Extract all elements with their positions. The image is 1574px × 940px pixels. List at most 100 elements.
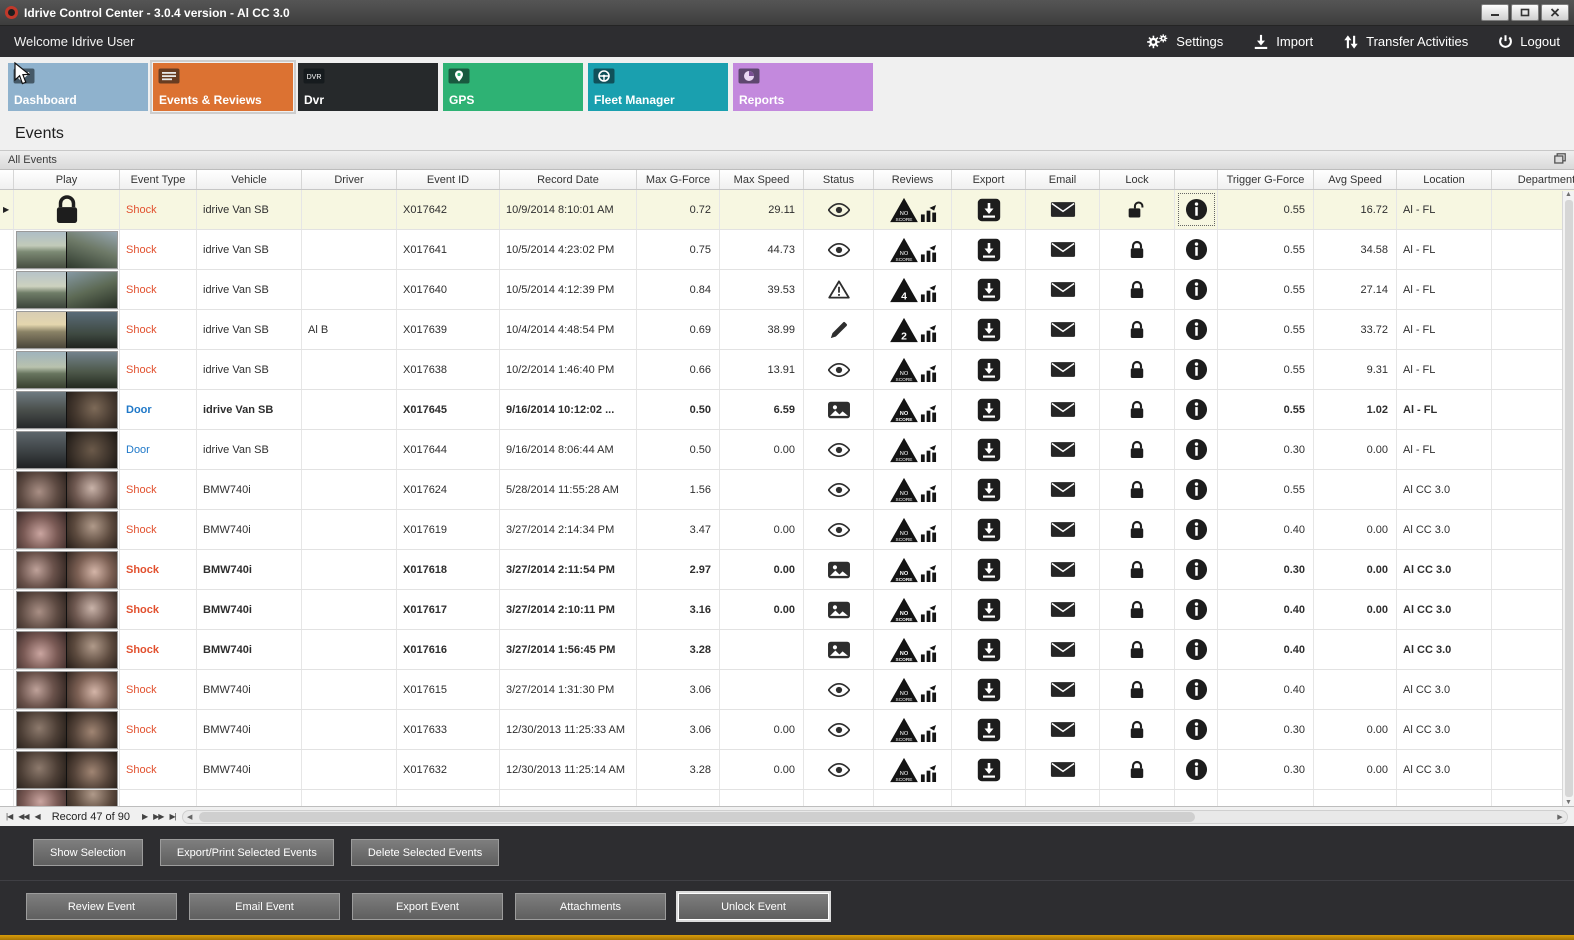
cell-email[interactable] (1026, 350, 1100, 389)
cell-info[interactable] (1175, 670, 1218, 709)
cell-play[interactable] (14, 190, 120, 229)
cell-export[interactable] (952, 510, 1026, 549)
cell-lock[interactable] (1100, 670, 1175, 709)
minimize-button[interactable] (1481, 4, 1509, 21)
lock-button[interactable] (1129, 480, 1145, 500)
cell-email[interactable] (1026, 750, 1100, 789)
export-button[interactable] (977, 438, 1001, 462)
nav-tile-gps[interactable]: GPS (443, 63, 583, 111)
export-button[interactable] (977, 358, 1001, 382)
cell-lock[interactable] (1100, 470, 1175, 509)
event-thumbnail[interactable] (15, 670, 118, 709)
horizontal-scroll-thumb[interactable] (198, 811, 1196, 822)
cell-email[interactable] (1026, 630, 1100, 669)
cell-info[interactable] (1175, 310, 1218, 349)
unlock-button[interactable] (1127, 200, 1147, 220)
event-thumbnail[interactable] (15, 510, 118, 549)
cell-email[interactable] (1026, 550, 1100, 589)
horizontal-scrollbar[interactable]: ◀ ▶ (181, 809, 1568, 824)
cell-play[interactable] (14, 630, 120, 669)
cell-export[interactable] (952, 550, 1026, 589)
cell-play[interactable] (14, 670, 120, 709)
cell-info[interactable] (1175, 430, 1218, 469)
lock-button[interactable] (1129, 280, 1145, 300)
review-score-button[interactable]: 4 (889, 277, 937, 303)
email-button[interactable] (1050, 761, 1076, 778)
cell-info[interactable] (1175, 270, 1218, 309)
cell-export[interactable] (952, 270, 1026, 309)
column-header-max_g[interactable]: Max G-Force (637, 170, 720, 189)
lock-button[interactable] (1129, 720, 1145, 740)
cell-export[interactable] (952, 230, 1026, 269)
cell-play[interactable] (14, 790, 120, 806)
cell-email[interactable] (1026, 230, 1100, 269)
scroll-right-icon[interactable]: ▶ (1555, 813, 1565, 821)
review-score-button[interactable]: NO SCORE (889, 677, 937, 703)
cell-info[interactable] (1175, 230, 1218, 269)
column-header-trigger_g[interactable]: Trigger G-Force (1218, 170, 1314, 189)
email-button[interactable] (1050, 481, 1076, 498)
review-score-button[interactable]: NO SCORE (889, 197, 937, 223)
event-row-X017615[interactable]: Shock BMW740i X017615 3/27/2014 1:31:30 PM 3… (0, 670, 1574, 710)
cell-info[interactable] (1175, 470, 1218, 509)
cell-lock[interactable] (1100, 270, 1175, 309)
lock-button[interactable] (1129, 360, 1145, 380)
cell-play[interactable] (14, 310, 120, 349)
event-thumbnail[interactable] (15, 750, 118, 789)
cell-email[interactable] (1026, 470, 1100, 509)
cell-export[interactable] (952, 590, 1026, 629)
cell-export[interactable] (952, 750, 1026, 789)
review-score-button[interactable]: NO SCORE (889, 597, 937, 623)
column-header-avg_speed[interactable]: Avg Speed (1314, 170, 1397, 189)
event-thumbnail[interactable] (15, 350, 118, 389)
cell-reviews[interactable]: NO SCORE (874, 190, 952, 229)
cell-lock[interactable] (1100, 590, 1175, 629)
cell-lock[interactable] (1100, 750, 1175, 789)
column-header-play[interactable]: Play (14, 170, 120, 189)
export-button[interactable] (977, 718, 1001, 742)
prev-record-button[interactable]: ◀ (35, 812, 41, 821)
cell-export[interactable] (952, 790, 1026, 806)
info-button[interactable] (1185, 758, 1208, 781)
scroll-down-icon[interactable]: ▼ (1565, 799, 1572, 806)
cell-reviews[interactable]: NO SCORE (874, 470, 952, 509)
event-row-X017617[interactable]: Shock BMW740i X017617 3/27/2014 2:10:11 PM 3… (0, 590, 1574, 630)
event-thumbnail[interactable] (15, 230, 118, 269)
cell-email[interactable] (1026, 390, 1100, 429)
cell-export[interactable] (952, 670, 1026, 709)
cell-reviews[interactable]: 2 (874, 310, 952, 349)
email-button[interactable] (1050, 321, 1076, 338)
review-score-button[interactable]: NO SCORE (889, 237, 937, 263)
event-row-X017633[interactable]: Shock BMW740i X017633 12/30/2013 11:25:33 A… (0, 710, 1574, 750)
info-button[interactable] (1185, 478, 1208, 501)
cell-reviews[interactable]: NO SCORE (874, 630, 952, 669)
event-thumbnail[interactable] (15, 310, 118, 349)
review-score-button[interactable]: NO SCORE (889, 757, 937, 783)
export-print-selected-button[interactable]: Export/Print Selected Events (159, 839, 334, 866)
lock-button[interactable] (1129, 600, 1145, 620)
cell-email[interactable] (1026, 710, 1100, 749)
review-score-button[interactable]: NO SCORE (889, 477, 937, 503)
export-button[interactable] (977, 278, 1001, 302)
column-header-reviews[interactable]: Reviews (874, 170, 952, 189)
cell-export[interactable] (952, 710, 1026, 749)
column-header-lock[interactable]: Lock (1100, 170, 1175, 189)
info-button[interactable] (1185, 598, 1208, 621)
column-header-max_speed[interactable]: Max Speed (720, 170, 804, 189)
attachments-button[interactable]: Attachments (515, 893, 666, 920)
nav-tile-events[interactable]: Events & Reviews (150, 60, 296, 114)
cell-export[interactable] (952, 470, 1026, 509)
info-button[interactable] (1185, 398, 1208, 421)
email-button[interactable] (1050, 601, 1076, 618)
info-button[interactable] (1185, 518, 1208, 541)
cell-lock[interactable] (1100, 350, 1175, 389)
cell-reviews[interactable]: NO SCORE (874, 750, 952, 789)
cell-lock[interactable] (1100, 230, 1175, 269)
column-header-vehicle[interactable]: Vehicle (197, 170, 302, 189)
column-header-event_type[interactable]: Event Type (120, 170, 197, 189)
cell-lock[interactable] (1100, 790, 1175, 806)
email-button[interactable] (1050, 401, 1076, 418)
export-button[interactable] (977, 518, 1001, 542)
email-button[interactable] (1050, 721, 1076, 738)
review-score-button[interactable]: NO SCORE (889, 357, 937, 383)
